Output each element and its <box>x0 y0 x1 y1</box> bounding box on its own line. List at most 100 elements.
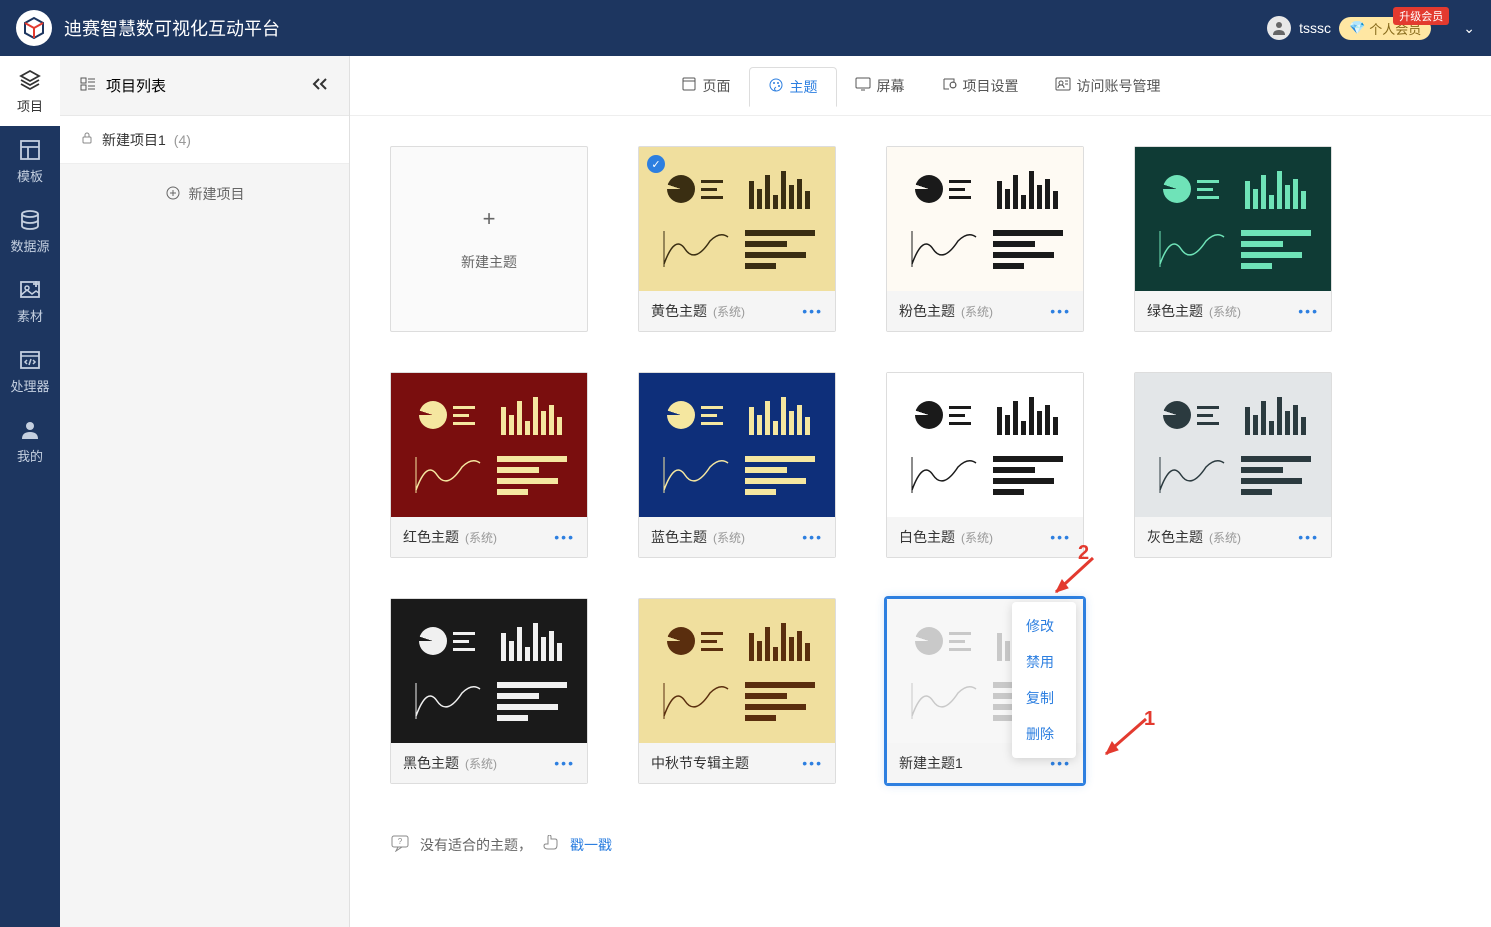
ctx-item-1[interactable]: 禁用 <box>1012 644 1076 680</box>
panel-title: 项目列表 <box>106 75 166 96</box>
nav-item-5[interactable]: 我的 <box>0 406 60 476</box>
check-icon: ✓ <box>647 155 665 173</box>
theme-card-6[interactable]: 灰色主题 (系统) ••• <box>1134 372 1332 558</box>
screen-icon <box>855 76 871 95</box>
tab-2[interactable]: 屏幕 <box>837 66 923 106</box>
tab-label: 项目设置 <box>963 76 1019 96</box>
ctx-item-3[interactable]: 删除 <box>1012 716 1076 752</box>
database-icon <box>18 208 42 232</box>
theme-preview <box>887 373 1083 517</box>
tab-3[interactable]: 项目设置 <box>923 66 1037 106</box>
theme-card-1[interactable]: 粉色主题 (系统) ••• <box>886 146 1084 332</box>
theme-name: 中秋节专辑主题 <box>651 753 749 773</box>
more-icon[interactable]: ••• <box>554 529 575 545</box>
ctx-item-2[interactable]: 复制 <box>1012 680 1076 716</box>
account-icon <box>1055 76 1071 95</box>
new-theme-card[interactable]: +新建主题 <box>390 146 588 332</box>
more-icon[interactable]: ••• <box>554 755 575 771</box>
nav-item-1[interactable]: 模板 <box>0 126 60 196</box>
tab-1[interactable]: 主题 <box>749 67 837 107</box>
more-icon[interactable]: ••• <box>802 303 823 319</box>
theme-card-4[interactable]: 蓝色主题(系统)••• <box>638 372 836 558</box>
settings-icon <box>941 76 957 95</box>
nav-item-2[interactable]: 数据源 <box>0 196 60 266</box>
more-icon[interactable]: ••• <box>1298 529 1319 545</box>
theme-sys: (系统) <box>713 303 745 320</box>
theme-card-0[interactable]: ✓ 黄色主题 (系统) ••• <box>638 146 836 332</box>
tab-label: 主题 <box>790 77 818 97</box>
theme-preview <box>887 147 1083 291</box>
theme-grid: +新建主题✓黄色主题(系统)•••粉色主题(系统)•••绿色主题(系统)•••红… <box>350 116 1491 814</box>
theme-card-3[interactable]: 红色主题(系统)••• <box>390 372 588 558</box>
theme-footer: 黄色主题 (系统) ••• <box>639 291 835 331</box>
nav-item-0[interactable]: 项目 <box>0 56 60 126</box>
diamond-icon: 💎 <box>1349 20 1365 36</box>
theme-name: 粉色主题 <box>899 301 955 321</box>
template-icon <box>18 138 42 162</box>
theme-name: 绿色主题 <box>1147 301 1203 321</box>
layers-icon <box>18 68 42 92</box>
tab-bar: 页面 主题 屏幕 项目设置访问账号管理 <box>350 56 1491 116</box>
more-icon[interactable]: ••• <box>802 529 823 545</box>
theme-name: 黑色主题 <box>403 753 459 773</box>
main-area: 页面 主题 屏幕 项目设置访问账号管理 +新建主题 ✓ 黄色主题 (系统) ••• 粉色主题 (系… <box>350 56 1491 927</box>
tab-label: 页面 <box>703 76 731 96</box>
code-icon <box>18 348 42 372</box>
ctx-item-0[interactable]: 修改 <box>1012 608 1076 644</box>
lock-icon <box>80 131 94 148</box>
theme-preview <box>1135 147 1331 291</box>
nav-item-4[interactable]: 处理器 <box>0 336 60 406</box>
theme-preview <box>391 599 587 743</box>
nav-label: 项目 <box>17 96 43 115</box>
theme-footer: 蓝色主题(系统)••• <box>639 517 835 557</box>
theme-card-8[interactable]: 中秋节专辑主题 ••• <box>638 598 836 784</box>
tab-4[interactable]: 访问账号管理 <box>1037 66 1179 106</box>
project-panel: 项目列表 新建项目1 (4) 新建项目 <box>60 56 350 927</box>
footer-link[interactable]: 戳一戳 <box>570 835 612 855</box>
tab-0[interactable]: 页面 <box>663 66 749 106</box>
more-icon[interactable]: ••• <box>1298 303 1319 319</box>
left-nav: 项目模板数据源素材处理器我的 <box>0 56 60 927</box>
theme-card-2[interactable]: 绿色主题 (系统) ••• <box>1134 146 1332 332</box>
svg-text:?: ? <box>398 837 403 846</box>
theme-sys: (系统) <box>961 529 993 546</box>
theme-icon <box>768 77 784 96</box>
nav-label: 模板 <box>17 166 43 185</box>
theme-card-7[interactable]: 黑色主题 (系统) ••• <box>390 598 588 784</box>
tab-label: 屏幕 <box>877 76 905 96</box>
nav-item-3[interactable]: 素材 <box>0 266 60 336</box>
chevron-down-icon[interactable]: ⌄ <box>1463 20 1475 37</box>
annotation-1: 1 <box>1096 714 1151 764</box>
collapse-icon[interactable] <box>311 77 329 94</box>
project-name: 新建项目1 <box>102 130 166 150</box>
theme-footer: 中秋节专辑主题 ••• <box>639 743 835 783</box>
theme-name: 黄色主题 <box>651 301 707 321</box>
top-header: 迪赛智慧数可视化互动平台 tsssc 💎 个人会员 升级会员 ⌄ <box>0 0 1491 56</box>
image-icon <box>18 278 42 302</box>
upgrade-tag[interactable]: 升级会员 <box>1393 7 1449 25</box>
theme-sys: (系统) <box>1209 529 1241 546</box>
theme-sys: (系统) <box>961 303 993 320</box>
theme-card-5[interactable]: 白色主题(系统)••• <box>886 372 1084 558</box>
theme-sys: (系统) <box>465 755 497 772</box>
panel-header: 项目列表 <box>60 56 349 116</box>
new-project-button[interactable]: 新建项目 <box>60 164 349 224</box>
more-icon[interactable]: ••• <box>1050 529 1071 545</box>
avatar-icon[interactable] <box>1267 16 1291 40</box>
theme-footer: 灰色主题 (系统) ••• <box>1135 517 1331 557</box>
project-row[interactable]: 新建项目1 (4) <box>60 116 349 164</box>
footer-hint: ? 没有适合的主题， 戳一戳 <box>350 814 1491 875</box>
theme-preview <box>639 373 835 517</box>
theme-name: 灰色主题 <box>1147 527 1203 547</box>
plus-icon: + <box>483 206 496 232</box>
member-badge[interactable]: 💎 个人会员 升级会员 <box>1339 17 1431 40</box>
username: tsssc <box>1299 20 1331 36</box>
more-icon[interactable]: ••• <box>802 755 823 771</box>
theme-sys: (系统) <box>1209 303 1241 320</box>
pointer-icon <box>542 835 560 854</box>
more-icon[interactable]: ••• <box>1050 303 1071 319</box>
user-icon <box>18 418 42 442</box>
page-icon <box>681 76 697 95</box>
app-logo <box>16 10 52 46</box>
theme-sys: (系统) <box>465 529 497 546</box>
